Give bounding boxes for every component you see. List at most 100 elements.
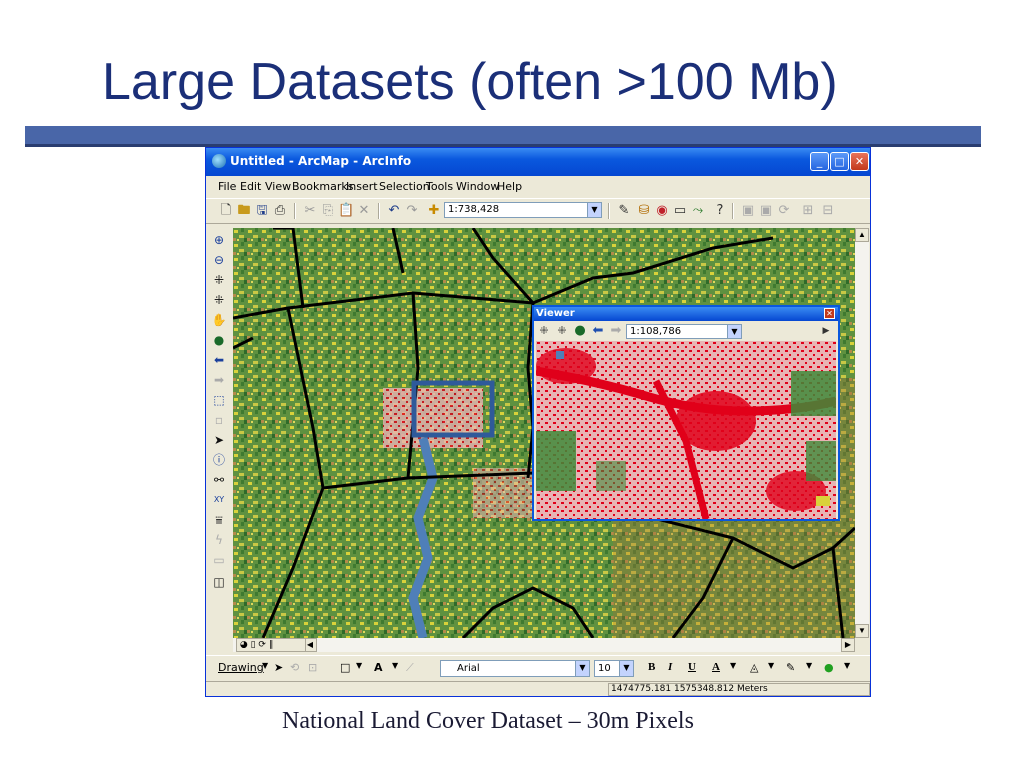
arctoolbox-icon[interactable]: ◉ [654,203,670,219]
font-size-field[interactable]: 10 ▼ [594,660,634,677]
scroll-right-arrow-icon[interactable]: ▶ [841,638,855,652]
rotate-icon[interactable]: ⟲ [290,661,299,674]
menu-view[interactable]: View [265,180,291,193]
model-builder-icon[interactable]: ⤳ [690,203,706,219]
view-switch-buttons[interactable]: ◕ ▯ ⟳ ∥ [236,638,306,652]
close-button[interactable]: ✕ [850,152,869,171]
back-arrow-icon[interactable]: ⬅ [211,352,227,368]
create-viewer-window-icon[interactable]: ◫ [211,574,227,590]
menu-file[interactable]: File [218,180,236,193]
drawing-menu[interactable]: Drawing [218,661,264,674]
chevron-down-icon[interactable]: ▼ [619,661,633,676]
edit-vertices-icon[interactable]: ⟋ [406,661,414,675]
open-folder-icon[interactable]: 🖿 [236,203,252,219]
select-elements-arrow-icon[interactable]: ➤ [274,661,283,674]
chevron-down-icon[interactable]: ▼ [356,661,362,670]
window-titlebar[interactable]: Untitled - ArcMap - ArcInfo _ □ ✕ [206,148,870,176]
forward-arrow-icon[interactable]: ➡ [211,372,227,388]
back-arrow-icon[interactable]: ⬅ [590,323,606,339]
viewer-titlebar[interactable]: Viewer ✕ [534,307,838,321]
chevron-down-icon[interactable]: ▼ [768,661,774,670]
layout-zoom-out-icon[interactable]: ⊟ [820,203,836,219]
maximize-button[interactable]: □ [830,152,849,171]
menu-insert[interactable]: Insert [346,180,378,193]
minimize-button[interactable]: _ [810,152,829,171]
editor-toolbar-icon[interactable]: ✎ [616,203,632,219]
chevron-down-icon[interactable]: ▼ [844,661,850,670]
save-icon[interactable]: 🖫 [254,203,270,219]
viewer-close-button[interactable]: ✕ [824,308,835,319]
viewer-window[interactable]: Viewer ✕ ⁜ ⁜ ● ⬅ ➡ 1:108,786 ▼ ▶ [532,305,840,521]
new-text-icon[interactable]: A [374,661,383,674]
standard-toolbar: 🗋 🖿 🖫 ⎙ ✂ ⎘ 📋 ✕ ↶ ↷ ✚ 1:738,428 ▼ ✎ ⛁ ◉ … [206,198,870,224]
clear-selection-icon[interactable]: ▫ [211,412,227,428]
chevron-down-icon[interactable]: ▼ [727,325,741,338]
forest-patch [806,441,836,481]
font-color-button[interactable]: A [712,661,720,673]
full-extent-globe-icon[interactable]: ● [572,323,588,339]
line-color-icon[interactable]: ✎ [786,661,795,674]
layout-zoom-in-icon[interactable]: ⊞ [800,203,816,219]
paste-icon[interactable]: 📋 [338,203,354,219]
horizontal-scrollbar[interactable]: ◀ ▶ [233,638,855,652]
scroll-down-arrow-icon[interactable]: ▼ [855,624,869,638]
viewer-map[interactable] [536,341,836,519]
menu-edit[interactable]: Edit [240,180,261,193]
measure-icon[interactable]: ⩸ [211,512,227,528]
cut-icon[interactable]: ✂ [302,203,318,219]
undo-icon[interactable]: ↶ [386,203,402,219]
redo-icon[interactable]: ↷ [404,203,420,219]
rectangle-tool-icon[interactable]: □ [340,661,350,674]
chevron-down-icon[interactable]: ▼ [392,661,398,670]
chevron-down-icon[interactable]: ▼ [806,661,812,670]
full-extent-globe-icon[interactable]: ● [211,332,227,348]
fixed-zoom-out-icon[interactable]: ▣ [758,203,774,219]
print-icon[interactable]: ⎙ [272,203,288,219]
chevron-down-icon[interactable]: ▼ [262,661,268,670]
zoom-out-icon[interactable]: ⊖ [211,252,227,268]
time-slider-icon[interactable]: ▭ [211,552,227,568]
select-elements-arrow-icon[interactable]: ➤ [211,432,227,448]
arccatalog-icon[interactable]: ⛁ [636,203,652,219]
italic-button[interactable]: I [668,661,672,673]
refresh-icon[interactable]: ⟳ [776,203,792,219]
zoom-whole-page-icon[interactable]: ⊡ [308,661,317,674]
marker-color-icon[interactable]: ● [824,661,834,674]
identify-info-icon[interactable]: ⓘ [211,452,227,468]
chevron-down-icon[interactable]: ▼ [587,203,601,217]
fixed-zoom-in-icon[interactable]: ▣ [740,203,756,219]
map-scale-field[interactable]: 1:738,428 ▼ [444,202,602,218]
new-document-icon[interactable]: 🗋 [218,203,234,219]
menu-window[interactable]: Window [456,180,499,193]
menu-selection[interactable]: Selection [379,180,430,193]
menu-bookmarks[interactable]: Bookmarks [292,180,353,193]
command-line-icon[interactable]: ▭ [672,203,688,219]
scroll-up-arrow-icon[interactable]: ▲ [855,228,869,242]
whats-this-help-icon[interactable]: ? [712,203,728,219]
fixed-zoom-in-icon[interactable]: ⁜ [211,272,227,288]
go-to-xy-icon[interactable]: XY [211,492,227,508]
fill-color-icon[interactable]: ◬ [750,661,758,674]
viewer-scale-field[interactable]: 1:108,786 ▼ [626,324,742,339]
chevron-down-icon[interactable]: ▼ [575,661,589,676]
hyperlink-icon[interactable]: ϟ [211,532,227,548]
forward-arrow-icon[interactable]: ➡ [608,323,624,339]
viewer-options-arrow-icon[interactable]: ▶ [818,323,834,339]
fixed-zoom-out-icon[interactable]: ⁜ [554,323,570,339]
find-binoculars-icon[interactable]: ⚯ [211,472,227,488]
select-features-icon[interactable]: ⬚ [211,392,227,408]
zoom-in-icon[interactable]: ⊕ [211,232,227,248]
vertical-scrollbar[interactable]: ▲ ▼ [855,228,869,638]
fixed-zoom-in-icon[interactable]: ⁜ [536,323,552,339]
menu-tools[interactable]: Tools [426,180,453,193]
add-data-icon[interactable]: ✚ [426,203,442,219]
underline-button[interactable]: U [688,661,696,673]
delete-icon[interactable]: ✕ [356,203,372,219]
font-name-field[interactable]: Arial ▼ [440,660,590,677]
menu-help[interactable]: Help [497,180,522,193]
bold-button[interactable]: B [648,661,655,673]
chevron-down-icon[interactable]: ▼ [730,661,736,670]
pan-hand-icon[interactable]: ✋ [211,312,227,328]
copy-icon[interactable]: ⎘ [320,203,336,219]
fixed-zoom-out-icon[interactable]: ⁜ [211,292,227,308]
